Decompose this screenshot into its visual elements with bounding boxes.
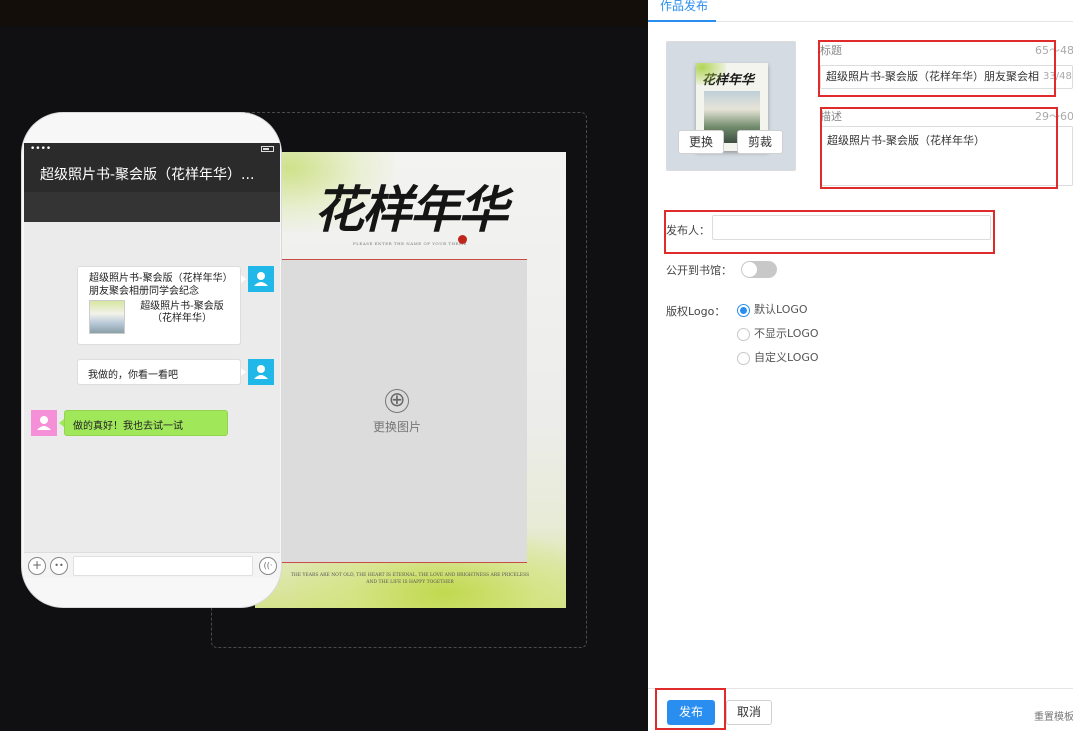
cover-image: 花样年华 更换 剪裁 xyxy=(666,41,796,171)
radio-checked-icon xyxy=(737,304,750,317)
link-card-message[interactable]: 超级照片书-聚会版（花样年华）朋友聚会相册同学会纪念 超级照片书-聚会版（花样年… xyxy=(77,266,246,345)
logo-option-label: 不显示LOGO xyxy=(754,327,819,340)
battery-icon xyxy=(261,146,274,152)
chat-input-bar: + •• ((· xyxy=(24,552,280,578)
radio-unchecked-icon xyxy=(737,328,750,341)
incoming-message: 做的真好！我也去试一试 xyxy=(59,410,228,436)
highlight-title xyxy=(818,40,1056,97)
signal-icon: •••• xyxy=(30,144,52,154)
logo-label: 版权Logo： xyxy=(666,305,726,318)
canvas-hero-title: 花样年华 xyxy=(314,180,508,239)
highlight-publisher xyxy=(664,210,995,254)
chat-body: 超级照片书-聚会版（花样年华）朋友聚会相册同学会纪念 超级照片书-聚会版（花样年… xyxy=(24,222,280,552)
cancel-button[interactable]: 取消 xyxy=(726,700,772,725)
cover-wash xyxy=(696,63,726,85)
red-seal-mark xyxy=(458,235,467,244)
replace-photo-label[interactable]: 更换图片 xyxy=(345,418,449,435)
link-card-thumbnail xyxy=(89,300,125,334)
radio-unchecked-icon xyxy=(737,352,750,365)
library-toggle[interactable] xyxy=(741,261,777,278)
highlight-desc xyxy=(820,107,1058,189)
voice-icon[interactable]: ((· xyxy=(259,557,277,575)
reset-template-link[interactable]: 重置模板 xyxy=(1034,708,1073,723)
user-avatar-icon xyxy=(248,359,274,385)
highlight-publish xyxy=(655,688,726,730)
tab-publish[interactable]: 作品发布 xyxy=(648,0,716,22)
emoji-icon[interactable]: •• xyxy=(50,557,68,575)
outgoing-message-text: 我做的，你看一看吧 xyxy=(88,370,178,381)
photo-slot[interactable] xyxy=(281,260,527,562)
cover-replace-button[interactable]: 更换 xyxy=(678,130,724,154)
template-canvas[interactable]: 花样年华 PLEASE ENTER THE NAME OF YOUR THEME… xyxy=(255,152,566,608)
phone-preview: •••• 超级照片书-聚会版（花样年华）... 超级照片书-聚会版（花样年华）朋… xyxy=(21,112,282,608)
plus-icon[interactable]: + xyxy=(28,557,46,575)
editor-area: 花样年华 PLEASE ENTER THE NAME OF YOUR THEME… xyxy=(0,0,648,731)
logo-option-label: 默认LOGO xyxy=(754,303,808,316)
red-divider-bottom xyxy=(281,562,527,563)
message-input[interactable] xyxy=(73,556,253,576)
user-avatar-icon xyxy=(248,266,274,292)
logo-option-label: 自定义LOGO xyxy=(754,351,819,364)
library-label: 公开到书馆： xyxy=(666,264,732,277)
canvas-footer-line-1: THE YEARS ARE NOT OLD, THE HEART IS ETER… xyxy=(290,573,530,578)
chat-header: 超级照片书-聚会版（花样年华）... xyxy=(24,156,280,222)
link-card-desc: 超级照片书-聚会版（花样年华） xyxy=(140,301,224,324)
link-card-title: 超级照片书-聚会版（花样年华）朋友聚会相册同学会纪念 xyxy=(89,273,233,297)
plus-circle-icon[interactable]: ⊕ xyxy=(385,389,409,413)
chat-title: 超级照片书-聚会版（花样年华）... xyxy=(40,167,255,183)
tab-bar: 作品发布 xyxy=(648,0,1073,22)
friend-avatar-icon xyxy=(31,410,57,436)
outgoing-message: 我做的，你看一看吧 xyxy=(77,359,246,385)
phone-status-bar: •••• xyxy=(24,143,280,156)
incoming-message-text: 做的真好！我也去试一试 xyxy=(73,421,183,432)
toggle-knob xyxy=(742,262,757,277)
publish-panel: 作品发布 花样年华 更换 剪裁 标题 65～48 超级照片书-聚会版（花样年华）… xyxy=(648,0,1073,731)
cover-crop-button[interactable]: 剪裁 xyxy=(737,130,783,154)
canvas-footer-line-2: AND THE LIFE IS HAPPY TOGETHER xyxy=(366,580,454,585)
chat-header-lower xyxy=(24,192,280,222)
editor-top-strip xyxy=(0,0,648,26)
